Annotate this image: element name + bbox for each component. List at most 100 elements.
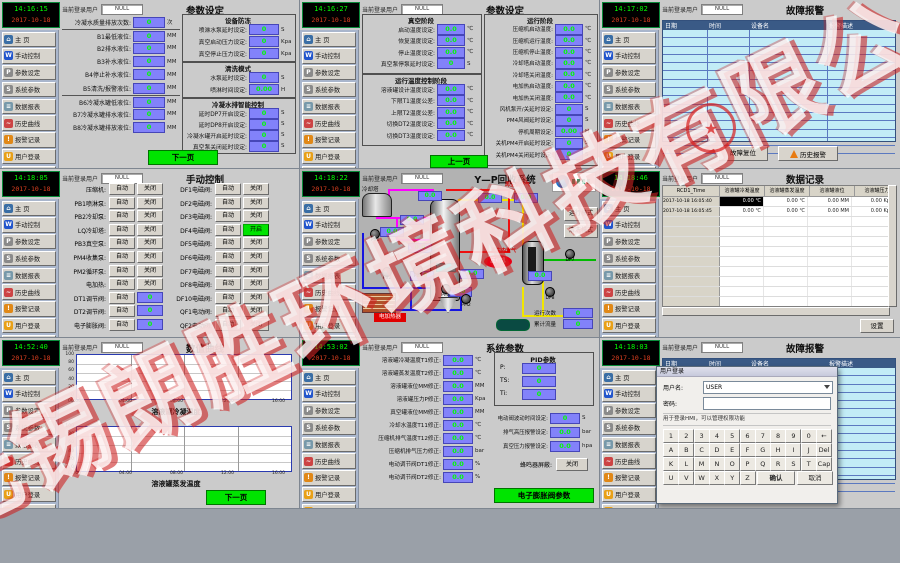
key-I[interactable]: I <box>785 443 801 457</box>
sidebar-item-home[interactable]: ⌂主 页 <box>302 32 356 47</box>
auto-button[interactable]: 自动 <box>215 183 241 195</box>
key-L[interactable]: L <box>678 457 694 471</box>
sidebar-item-param-setting[interactable]: P参数设定 <box>2 403 56 418</box>
param-value-field[interactable]: 0.0 <box>437 107 465 118</box>
sidebar-item-history-curve[interactable]: ~历史曲线 <box>602 284 656 299</box>
key-E[interactable]: E <box>724 443 740 457</box>
sidebar-item-manual-control[interactable]: W手动控制 <box>302 217 356 232</box>
alarm-history-button[interactable]: 历史报警 <box>778 146 838 161</box>
param-value-field[interactable]: 0.0 <box>555 24 583 35</box>
sidebar-item-alarm-record[interactable]: !报警记录 <box>2 470 56 485</box>
key-W[interactable]: W <box>694 471 710 485</box>
records-cell[interactable] <box>852 227 890 236</box>
param-value-field[interactable]: 0.0 <box>550 441 580 452</box>
auto-button[interactable]: 自动 <box>215 237 241 249</box>
param-value-field[interactable]: 0 <box>133 17 165 28</box>
v-scrollbar[interactable] <box>888 185 897 307</box>
param-value-field[interactable]: 0.00 <box>249 84 279 95</box>
records-cell[interactable] <box>720 217 764 226</box>
sidebar-item-user-logout[interactable]: L退出登录 <box>302 504 356 508</box>
pid-value-field[interactable]: 0 <box>522 376 556 387</box>
auto-button[interactable]: 自动 <box>109 197 135 209</box>
sidebar-item-history-curve[interactable]: ~历史曲线 <box>302 115 356 130</box>
sidebar-item-alarm-record[interactable]: !报警记录 <box>302 301 356 316</box>
auto-button[interactable]: 自动 <box>109 292 135 304</box>
param-value-field[interactable]: 0.0 <box>555 69 583 80</box>
off-button[interactable]: 关闭 <box>137 183 163 195</box>
records-cell[interactable] <box>808 287 852 296</box>
param-value-field[interactable]: 0 <box>249 36 279 47</box>
records-time-cell[interactable] <box>663 227 720 236</box>
records-cell[interactable] <box>852 287 890 296</box>
param-value-field[interactable]: 0 <box>133 69 165 80</box>
key-M[interactable]: M <box>694 457 710 471</box>
records-cell[interactable] <box>808 247 852 256</box>
off-button[interactable]: 关闭 <box>243 237 269 249</box>
sidebar-item-system-param[interactable]: S系统参数 <box>2 251 56 266</box>
records-cell[interactable]: 0.00 MM <box>808 207 852 216</box>
key-B[interactable]: B <box>678 443 694 457</box>
key-6[interactable]: 6 <box>740 429 756 443</box>
auto-button[interactable]: 自动 <box>109 237 135 249</box>
param-value-field[interactable]: 0 <box>555 104 583 115</box>
auto-button[interactable]: 自动 <box>215 224 241 236</box>
param-value-field[interactable]: 0 <box>133 122 165 133</box>
param-value-field[interactable]: 0 <box>249 48 279 59</box>
h-scrollbar[interactable] <box>662 307 890 316</box>
sidebar-item-alarm-record[interactable]: !报警记录 <box>2 301 56 316</box>
records-cell[interactable] <box>852 217 890 226</box>
key-4[interactable]: 4 <box>709 429 725 443</box>
sidebar-item-data-report[interactable]: ≡数据报表 <box>2 437 56 452</box>
key-Z[interactable]: Z <box>740 471 756 485</box>
key-←[interactable]: ← <box>816 429 832 443</box>
param-value-field[interactable]: 0 <box>249 141 279 152</box>
sidebar-item-user-login[interactable]: U用户登录 <box>302 149 356 164</box>
key-3[interactable]: 3 <box>694 429 710 443</box>
off-button[interactable]: 关闭 <box>243 183 269 195</box>
next-page-button[interactable]: 下一页 <box>206 490 266 505</box>
records-cell[interactable] <box>764 237 808 246</box>
records-cell[interactable] <box>808 267 852 276</box>
records-cell[interactable] <box>808 237 852 246</box>
sidebar-item-param-setting[interactable]: P参数设定 <box>2 65 56 80</box>
off-button[interactable]: 关闭 <box>137 237 163 249</box>
key-N[interactable]: N <box>709 457 725 471</box>
sidebar-item-system-param[interactable]: S系统参数 <box>602 251 656 266</box>
sidebar-item-alarm-record[interactable]: !报警记录 <box>302 132 356 147</box>
sidebar-item-manual-control[interactable]: W手动控制 <box>302 386 356 401</box>
sidebar-item-user-login[interactable]: U用户登录 <box>602 318 656 333</box>
param-value-field[interactable]: 0.0 <box>437 130 465 141</box>
records-time-cell[interactable] <box>663 217 720 226</box>
off-button[interactable]: 关闭 <box>243 319 269 331</box>
records-cell[interactable] <box>808 257 852 266</box>
sidebar-item-alarm-record[interactable]: !报警记录 <box>2 132 56 147</box>
param-value-field[interactable]: 0 <box>437 58 465 69</box>
sidebar-item-param-setting[interactable]: P参数设定 <box>302 65 356 80</box>
param-value-field[interactable]: 0.0 <box>443 368 473 379</box>
key-0[interactable]: 0 <box>801 429 817 443</box>
auto-button[interactable]: 自动 <box>109 319 135 331</box>
key-X[interactable]: X <box>709 471 725 485</box>
next-page-button[interactable]: 下一页 <box>148 150 218 165</box>
sidebar-item-home[interactable]: ⌂主 页 <box>2 32 56 47</box>
sidebar-item-manual-control[interactable]: W手动控制 <box>2 386 56 401</box>
key-V[interactable]: V <box>678 471 694 485</box>
records-cell[interactable] <box>764 297 808 306</box>
auto-button[interactable]: 自动 <box>109 278 135 290</box>
param-value-field[interactable]: 0.0 <box>555 47 583 58</box>
records-cell[interactable] <box>764 227 808 236</box>
off-button[interactable]: 关闭 <box>137 251 163 263</box>
valve-value-field[interactable]: 0 <box>137 305 163 316</box>
param-value-field[interactable]: 0.0 <box>443 355 473 366</box>
auto-button[interactable]: 自动 <box>215 251 241 263</box>
sidebar-item-data-report[interactable]: ≡数据报表 <box>302 437 356 452</box>
sidebar-item-manual-control[interactable]: W手动控制 <box>2 48 56 63</box>
sidebar-item-home[interactable]: ⌂主 页 <box>602 32 656 47</box>
off-button[interactable]: 关闭 <box>137 224 163 236</box>
records-cell[interactable] <box>852 277 890 286</box>
sidebar-item-manual-control[interactable]: W手动控制 <box>602 48 656 63</box>
param-value-field[interactable]: 0.0 <box>555 81 583 92</box>
key-8[interactable]: 8 <box>770 429 786 443</box>
sidebar-item-history-curve[interactable]: ~历史曲线 <box>302 284 356 299</box>
key-U[interactable]: U <box>663 471 679 485</box>
